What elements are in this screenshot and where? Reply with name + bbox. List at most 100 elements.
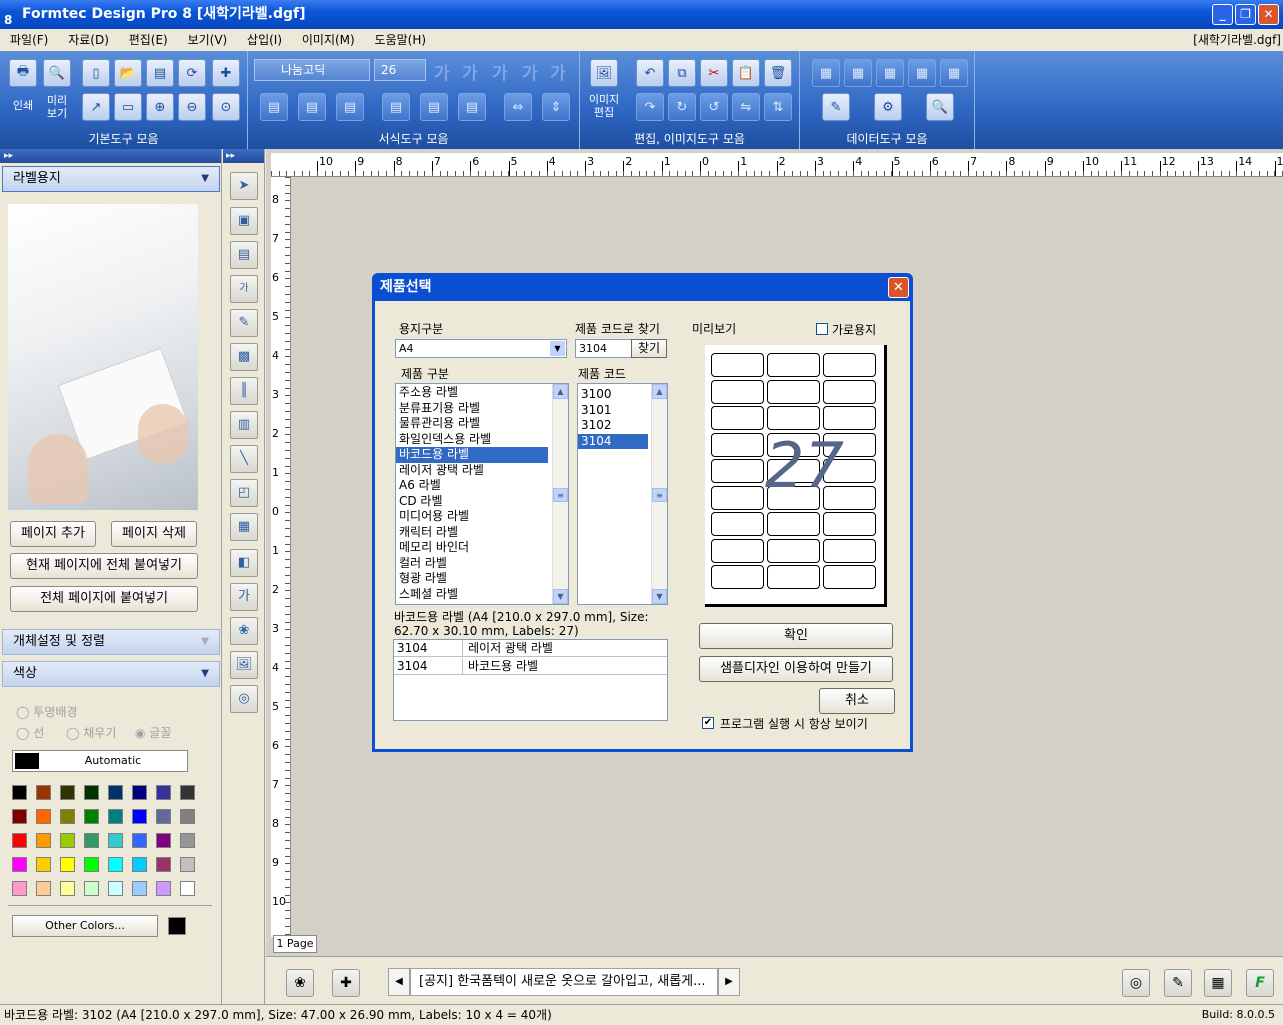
align-top-icon[interactable]: ▤ <box>382 93 410 121</box>
color-swatch[interactable] <box>12 833 27 848</box>
scroll-up-icon[interactable]: ▲ <box>553 384 568 399</box>
add-image-icon[interactable]: ✚ <box>332 969 360 997</box>
category-item[interactable]: 형광 라벨 <box>396 571 548 587</box>
code-list[interactable]: 3100 3101 3102 3104 ▲ ≡ ▼ <box>577 383 668 605</box>
category-item[interactable]: 스페셜 라벨 <box>396 587 548 603</box>
export-icon[interactable]: ↗ <box>82 93 110 121</box>
data-import-icon[interactable]: ▦ <box>844 59 872 87</box>
color-swatch[interactable] <box>156 833 171 848</box>
data-table-icon[interactable]: ▦ <box>812 59 840 87</box>
delete-page-button[interactable]: 페이지 삭제 <box>111 521 197 547</box>
category-list[interactable]: 주소용 라벨 분류표기용 라벨 물류관리용 라벨 화일인덱스용 라벨 바코드용 라벨 레이… <box>395 383 569 605</box>
print-icon[interactable]: 🖶 <box>9 59 37 87</box>
code-scrollbar[interactable]: ▲ ≡ ▼ <box>651 384 667 604</box>
flip-h-icon[interactable]: ⇋ <box>732 93 760 121</box>
shadow-icon[interactable]: 가 <box>522 59 538 84</box>
color-swatch[interactable] <box>108 785 123 800</box>
color-swatch[interactable] <box>108 833 123 848</box>
radio-line[interactable]: ◯ 선 <box>16 724 44 741</box>
category-item[interactable]: 메모리 바인더 <box>396 540 548 556</box>
data-chart-icon[interactable]: ✎ <box>822 93 850 121</box>
insert-object-icon[interactable]: ▣ <box>230 207 258 235</box>
other-colors-button[interactable]: Other Colors... <box>12 915 158 937</box>
picture-icon[interactable]: 🖼 <box>230 651 258 679</box>
align-left-icon[interactable]: ▤ <box>260 93 288 121</box>
color-section[interactable]: 색상 ▼ <box>2 661 220 687</box>
menu-view[interactable]: 보기(V) <box>182 29 234 51</box>
delete-icon[interactable]: 🗑 <box>764 59 792 87</box>
label-paper-section[interactable]: 라벨용지 ▼ <box>2 166 220 192</box>
underline-icon[interactable]: 가 <box>492 59 508 84</box>
scroll-thumb[interactable]: ≡ <box>652 488 667 502</box>
color-swatch[interactable] <box>84 857 99 872</box>
data-sort-icon[interactable]: ▦ <box>940 59 968 87</box>
color-swatch[interactable] <box>132 785 147 800</box>
redo-icon[interactable]: ↷ <box>636 93 664 121</box>
open-file-icon[interactable]: 📂 <box>114 59 142 87</box>
note-icon[interactable]: ✎ <box>1164 969 1192 997</box>
category-item[interactable]: 바코드용 라벨 <box>396 447 548 463</box>
select-arrow-icon[interactable]: ➤ <box>230 172 258 200</box>
color-swatch[interactable] <box>12 881 27 896</box>
category-item[interactable]: 주소용 라벨 <box>396 385 548 401</box>
category-item[interactable]: 컬러 라벨 <box>396 556 548 572</box>
notice-text[interactable]: [공지] 한국폼텍이 새로운 옷으로 갈아입고, 새롭게... <box>410 968 718 996</box>
align-right-icon[interactable]: ▤ <box>336 93 364 121</box>
table-icon[interactable]: ▦ <box>230 513 258 541</box>
text-art-icon[interactable]: ✎ <box>230 309 258 337</box>
color-swatch[interactable] <box>108 881 123 896</box>
color-swatch[interactable] <box>60 881 75 896</box>
landscape-checkbox[interactable] <box>816 323 828 335</box>
formtec-logo-icon[interactable]: F <box>1246 969 1274 997</box>
menu-data[interactable]: 자료(D) <box>62 29 115 51</box>
rotate-left-icon[interactable]: ↺ <box>700 93 728 121</box>
cd-icon[interactable]: ◎ <box>1122 969 1150 997</box>
color-swatch[interactable] <box>156 809 171 824</box>
undo-icon[interactable]: ↶ <box>636 59 664 87</box>
clipart-gallery-icon[interactable]: ❀ <box>286 969 314 997</box>
store-icon[interactable]: ▦ <box>1204 969 1232 997</box>
dialog-close-button[interactable]: ✕ <box>888 277 909 298</box>
code-item[interactable]: 3100 <box>578 387 648 403</box>
copy-icon[interactable]: ⧉ <box>668 59 696 87</box>
color-swatch[interactable] <box>156 857 171 872</box>
color-swatch[interactable] <box>84 785 99 800</box>
show-on-start-checkbox[interactable]: ✔ <box>702 717 714 729</box>
text-box-icon[interactable]: ▤ <box>230 241 258 269</box>
add-page-button[interactable]: 페이지 추가 <box>10 521 96 547</box>
object-settings-section[interactable]: 개체설정 및 정렬 ▼ <box>2 629 220 655</box>
font-icon[interactable]: 가 <box>230 583 258 611</box>
blank-page-icon[interactable]: ▭ <box>114 93 142 121</box>
refresh-icon[interactable]: ⟳ <box>178 59 206 87</box>
page-tab[interactable]: 1 Page <box>273 935 317 953</box>
code-item[interactable]: 3101 <box>578 403 648 419</box>
radio-fill[interactable]: ◯ 채우기 <box>66 724 116 741</box>
align-center-icon[interactable]: ▤ <box>298 93 326 121</box>
color-swatch[interactable] <box>36 857 51 872</box>
cancel-button[interactable]: 취소 <box>819 688 895 714</box>
line-spacing-icon[interactable]: ⇕ <box>542 93 570 121</box>
color-swatch[interactable] <box>84 833 99 848</box>
minimize-button[interactable]: _ <box>1212 4 1233 25</box>
paste-all-current-button[interactable]: 현재 페이지에 전체 붙여넣기 <box>10 553 198 579</box>
outline-icon[interactable]: 가 <box>550 59 566 84</box>
color-swatch[interactable] <box>180 881 195 896</box>
menu-insert[interactable]: 삽입(I) <box>241 29 288 51</box>
color-swatch[interactable] <box>156 785 171 800</box>
color-swatch[interactable] <box>180 785 195 800</box>
data-settings-icon[interactable]: ⚙ <box>874 93 902 121</box>
radio-text[interactable]: ◉ 글꼴 <box>135 724 171 741</box>
color-swatch[interactable] <box>12 785 27 800</box>
zoom-fit-icon[interactable]: ⊙ <box>212 93 240 121</box>
color-swatch[interactable] <box>108 809 123 824</box>
category-item[interactable]: 캐릭터 라벨 <box>396 525 548 541</box>
image-icon[interactable]: 🖼 <box>590 59 618 87</box>
category-item[interactable]: 분류표기용 라벨 <box>396 401 548 417</box>
cut-icon[interactable]: ✂ <box>700 59 728 87</box>
notice-prev-button[interactable]: ◀ <box>388 968 410 996</box>
data-export-icon[interactable]: ▦ <box>876 59 904 87</box>
color-swatch[interactable] <box>132 857 147 872</box>
color-swatch[interactable] <box>84 809 99 824</box>
color-swatch[interactable] <box>132 833 147 848</box>
code-item[interactable]: 3102 <box>578 418 648 434</box>
